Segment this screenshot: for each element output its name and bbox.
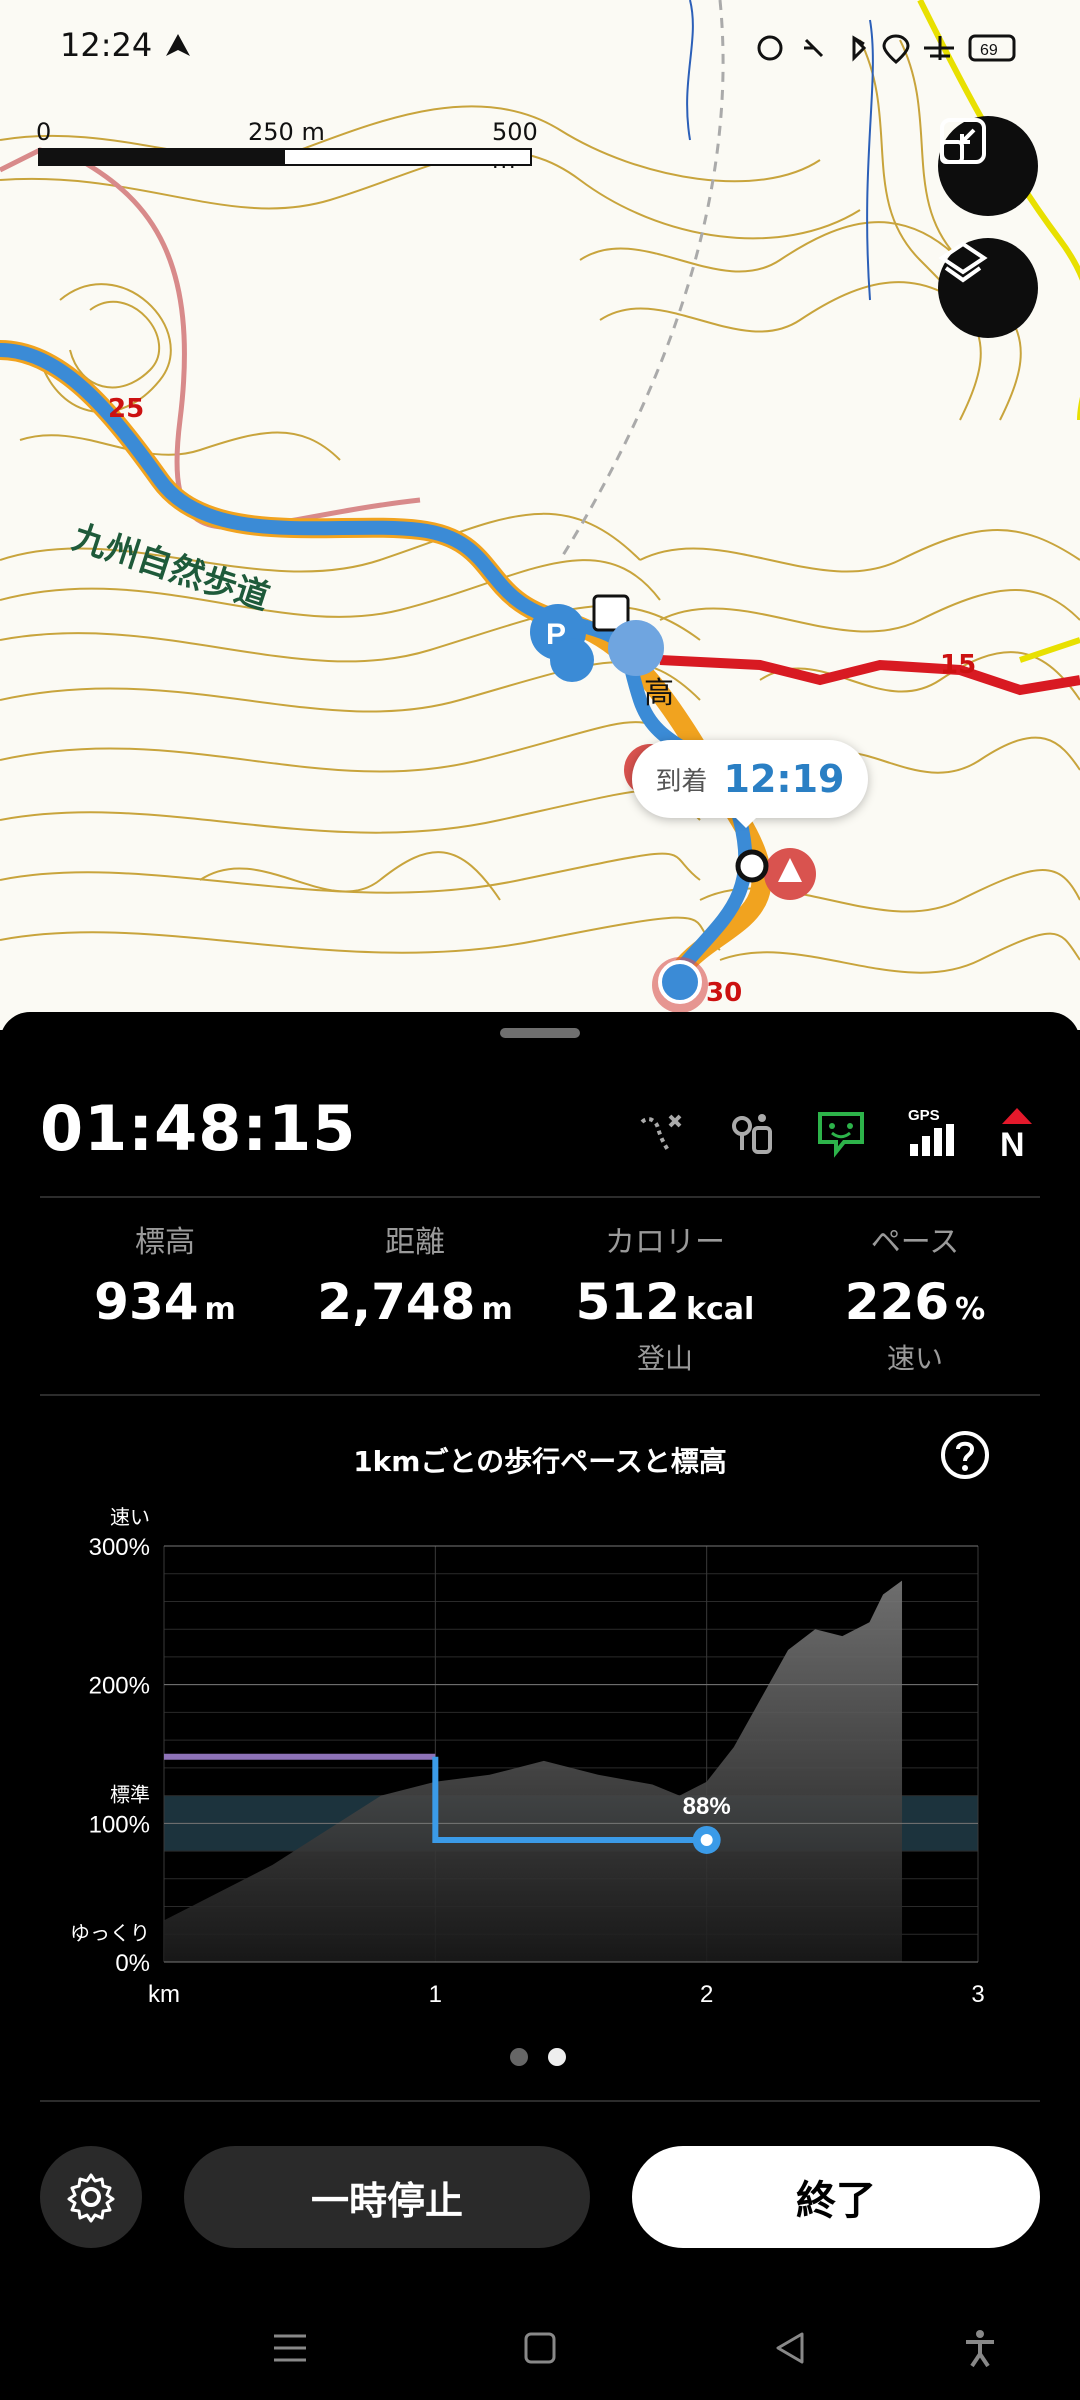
status-bar: 12:24 69 (0, 0, 1080, 90)
navigation-icon (166, 34, 190, 56)
stat-unit: m (481, 1292, 513, 1327)
accessibility-icon[interactable] (960, 2328, 1000, 2368)
stat-unit: m (204, 1292, 236, 1327)
y-tick-label: 0% (115, 1950, 150, 1977)
scale-bar: 0 250 m 500 m (36, 118, 538, 178)
y-tick-label: 200% (89, 1673, 150, 1700)
scale-line (38, 148, 532, 166)
pace-point-label: 88% (683, 1793, 731, 1820)
divider (40, 1196, 1040, 1198)
chart-title: 1kmごとの歩行ペースと標高 (353, 1445, 727, 1478)
pause-button[interactable]: 一時停止 (184, 2146, 590, 2248)
collapse-icon (940, 118, 986, 164)
airplane-icon (924, 36, 954, 60)
elapsed-time: 01:48:15 (40, 1092, 357, 1165)
recording-panel: 01:48:15 GPS N 標高 934 m 距離 2,748 m カロリー … (0, 1012, 1080, 2400)
page-indicator (510, 2048, 566, 2066)
stat-value: 934 (94, 1273, 199, 1331)
map-view[interactable]: P 九州自然歩道 25 15 30 高 到着 12:19 0 250 m 500… (0, 0, 1080, 1030)
stat-value: 2,748 (317, 1273, 476, 1331)
route-number-label: 30 (706, 978, 743, 1008)
fit-view-button[interactable] (938, 116, 1038, 216)
status-time: 12:24 (60, 26, 153, 64)
action-buttons: 一時停止 終了 (40, 2146, 1040, 2250)
stat-label: ペース (870, 1225, 960, 1260)
current-location-marker (658, 960, 702, 1004)
end-button[interactable]: 終了 (632, 2146, 1040, 2248)
alarm-icon (757, 35, 783, 61)
stat-pace: ペース 226% 速い (790, 1217, 1040, 1377)
page-dot-active[interactable] (548, 2048, 566, 2066)
bluetooth-icon (852, 35, 867, 62)
y-tick-label: 100% (89, 1811, 150, 1838)
stat-value: 226 (844, 1273, 950, 1331)
chat-icon[interactable] (814, 1106, 868, 1160)
pink-road (0, 147, 421, 531)
stat-unit: kcal (686, 1292, 755, 1327)
current-waypoint (735, 849, 769, 883)
waypoint-icon[interactable] (724, 1106, 778, 1160)
x-tick-label: 3 (971, 1981, 984, 2008)
gps-signal-icon[interactable]: GPS (904, 1106, 958, 1160)
y-tick-label: 300% (89, 1534, 150, 1561)
layers-icon (938, 241, 988, 283)
scale-label-250: 250 m (248, 118, 325, 146)
gps-label: GPS (908, 1107, 940, 1124)
settings-button[interactable] (40, 2146, 142, 2248)
panel-status-icons: GPS N (634, 1098, 1040, 1168)
page-dot[interactable] (510, 2048, 528, 2066)
elevation-area (164, 1580, 903, 1962)
stat-sub: 登山 (636, 1342, 693, 1375)
x-tick-label: 2 (700, 1981, 713, 2008)
stat-unit: % (955, 1292, 986, 1327)
hiker-marker[interactable] (550, 638, 594, 682)
home-nav-icon[interactable] (520, 2328, 560, 2368)
arrival-label: 到着 (655, 766, 708, 797)
slow-label: ゆっくり (70, 1923, 150, 1945)
route-number-label: 15 (940, 650, 977, 680)
route-off-icon[interactable] (634, 1106, 688, 1160)
x-tick-label: 1 (429, 1981, 442, 2008)
gear-icon (67, 2173, 115, 2223)
drag-handle[interactable] (500, 1028, 580, 1038)
battery-level: 69 (980, 42, 998, 59)
contour-lines (0, 39, 1080, 974)
x-tick-label: km (148, 1981, 180, 2008)
help-icon[interactable] (940, 1430, 990, 1480)
place-label: 高 (644, 676, 674, 711)
yellow-road (1019, 637, 1080, 663)
standard-label: 標準 (110, 1783, 150, 1806)
compass-north-icon[interactable]: N (994, 1106, 1040, 1160)
system-nav-bar (0, 2302, 1080, 2400)
pace-point-center (700, 1833, 713, 1846)
stat-label: 距離 (385, 1225, 445, 1260)
arrival-time: 12:19 (723, 757, 845, 801)
fast-label: 速い (110, 1506, 150, 1529)
mute-icon (804, 38, 824, 58)
divider (40, 2100, 1040, 2102)
stat-sub: 速い (886, 1342, 943, 1375)
stat-label: カロリー (605, 1225, 725, 1260)
route-number-label: 25 (108, 394, 145, 424)
arrival-callout[interactable]: 到着 12:19 (632, 740, 868, 828)
menu-nav-icon[interactable] (270, 2328, 310, 2368)
pace-elevation-chart: 0% 100% 200% 300% 88% km 1 2 3 速い標準ゆっくり (70, 1506, 985, 2008)
status-icons: 69 (757, 34, 1016, 64)
stat-value: 512 (575, 1273, 681, 1331)
stat-elevation: 標高 934 m (40, 1217, 290, 1377)
divider (40, 1394, 1040, 1396)
stats-row: 標高 934 m 距離 2,748 m カロリー 512 kcal 登山 ペース 22… (40, 1217, 1040, 1377)
stat-label: 標高 (135, 1225, 195, 1260)
stat-distance: 距離 2,748 m (290, 1217, 540, 1377)
map-layers-button[interactable] (938, 238, 1038, 338)
location-icon (882, 34, 910, 64)
stat-calories: カロリー 512 kcal 登山 (540, 1217, 790, 1377)
back-nav-icon[interactable] (770, 2328, 810, 2368)
scale-label-0: 0 (36, 118, 52, 146)
compass-label: N (1000, 1126, 1025, 1160)
